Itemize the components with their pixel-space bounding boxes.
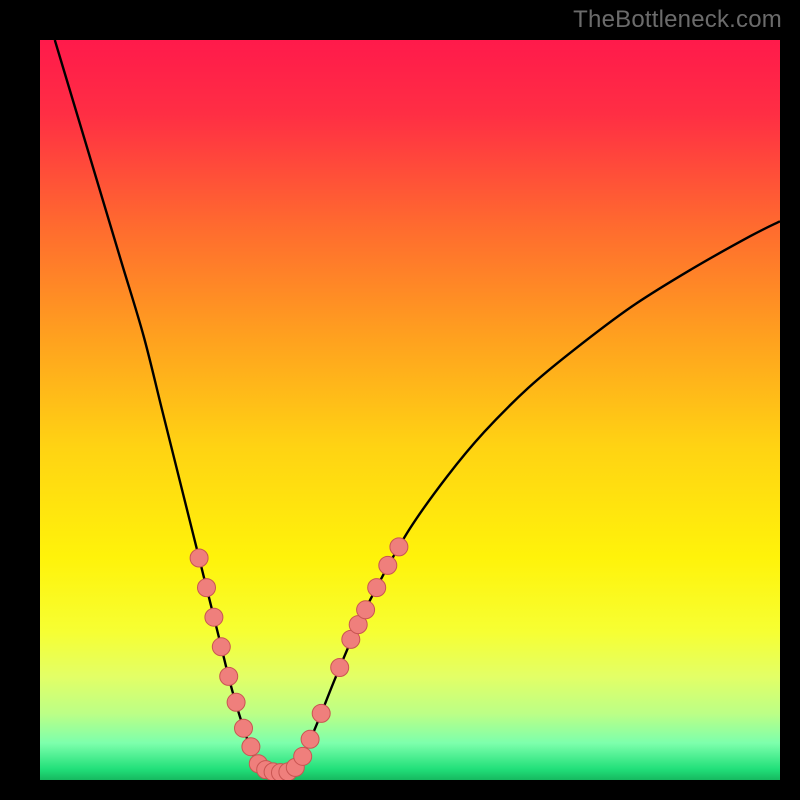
marker-dot [205, 608, 223, 626]
chart-frame: TheBottleneck.com [0, 0, 800, 800]
watermark-text: TheBottleneck.com [573, 6, 782, 34]
marker-dot [235, 719, 253, 737]
marker-dot [220, 667, 238, 685]
marker-dot [368, 579, 386, 597]
plot-area [40, 40, 780, 780]
marker-dot [190, 549, 208, 567]
marker-dot [379, 556, 397, 574]
chart-svg [40, 40, 780, 780]
marker-dot [301, 730, 319, 748]
marker-dot [198, 579, 216, 597]
marker-dot [212, 638, 230, 656]
marker-dot [312, 704, 330, 722]
marker-dot [331, 659, 349, 677]
marker-dot [227, 693, 245, 711]
marker-dot [242, 738, 260, 756]
marker-dot [390, 538, 408, 556]
marker-dot [294, 747, 312, 765]
gradient-background [40, 40, 780, 780]
marker-dot [357, 601, 375, 619]
